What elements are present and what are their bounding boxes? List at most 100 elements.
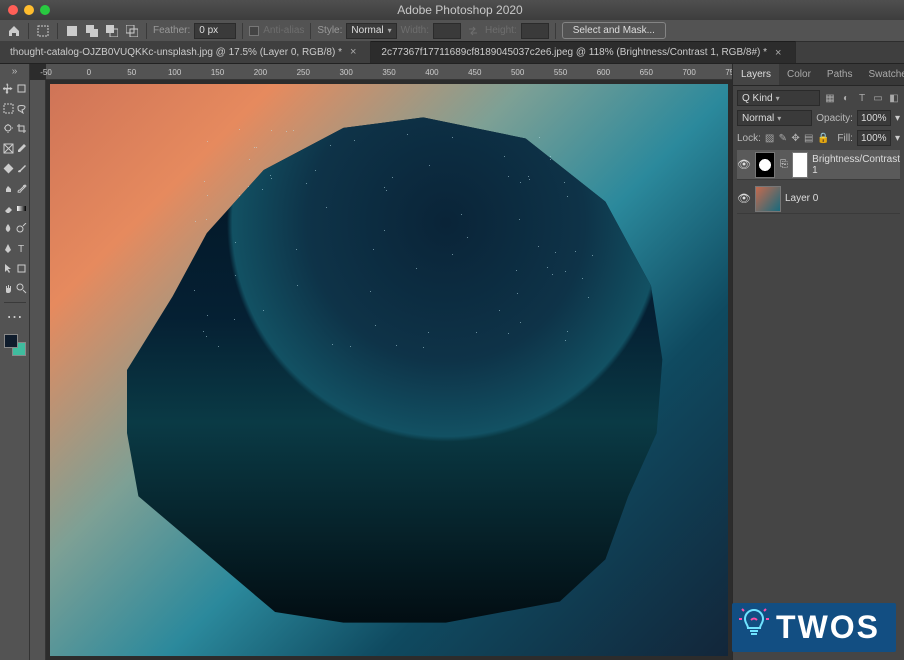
watermark-text: TWOS [776,609,880,645]
fill-label: Fill: [837,133,853,144]
lock-nest-icon[interactable]: ▤ [804,132,813,144]
selection-add-icon[interactable] [84,23,100,39]
lock-paint-icon[interactable]: ✎ [778,132,787,144]
height-label: Height: [485,25,517,36]
window-close-button[interactable] [8,5,18,15]
gradient-tool-icon[interactable] [15,199,28,217]
filter-image-icon[interactable]: ▦ [824,92,836,104]
history-brush-tool-icon[interactable] [15,179,28,197]
lock-position-icon[interactable]: ✥ [791,132,800,144]
filter-smart-icon[interactable]: ◧ [888,92,900,104]
layer-name[interactable]: Layer 0 [785,193,818,204]
layer-thumbnail[interactable] [755,186,781,212]
zoom-tool-icon[interactable] [15,279,28,297]
feather-input[interactable] [194,23,236,39]
blend-mode-dropdown[interactable]: Normal▾ [737,110,812,126]
shape-tool-icon[interactable] [15,259,28,277]
selection-intersect-icon[interactable] [124,23,140,39]
chevron-down-icon: ▾ [777,114,781,123]
move-tool-icon[interactable] [2,79,15,97]
ruler-vertical [30,80,46,660]
layers-panel: Q Kind▾ ▦ ◐ T ▭ ◧ Normal▾ Opacity: ▾ Loc… [733,86,904,660]
color-swatches[interactable] [4,334,26,356]
window-minimize-button[interactable] [24,5,34,15]
layer-filter-kind-dropdown[interactable]: Q Kind▾ [737,90,820,106]
close-icon[interactable]: × [775,47,781,59]
filter-adjust-icon[interactable]: ◐ [840,92,852,104]
selection-subtract-icon[interactable] [104,23,120,39]
chevron-down-icon: ▾ [776,94,780,103]
marquee-tool-icon[interactable] [2,99,15,117]
layer-mask-thumbnail[interactable] [792,152,808,178]
document-tabs: thought-catalog-OJZB0VUQKKc-unsplash.jpg… [0,42,904,64]
chevron-down-icon: ▾ [388,26,392,35]
panel-tabs: Layers Color Paths Swatches [733,64,904,86]
opacity-input[interactable] [857,110,891,126]
selection-new-icon[interactable] [64,23,80,39]
panel-tab-paths[interactable]: Paths [819,64,861,85]
blur-tool-icon[interactable] [2,219,15,237]
window-titlebar: Adobe Photoshop 2020 [0,0,904,20]
tools-panel: » [0,64,30,660]
lock-label: Lock: [737,133,761,144]
home-icon[interactable] [6,23,22,39]
brush-tool-icon[interactable] [15,159,28,177]
panel-tab-swatches[interactable]: Swatches [861,64,904,85]
layer-item[interactable]: 👁 Layer 0 [737,184,900,214]
frame-tool-icon[interactable] [2,139,15,157]
lasso-tool-icon[interactable] [15,99,28,117]
visibility-icon[interactable]: 👁 [737,158,751,171]
lightbulb-icon [738,607,770,639]
style-label: Style: [317,25,342,36]
type-tool-icon[interactable]: T [15,239,28,257]
width-label: Width: [401,25,429,36]
select-and-mask-button[interactable]: Select and Mask... [562,22,666,39]
lock-transparent-icon[interactable]: ▨ [765,132,774,144]
lock-all-icon[interactable]: 🔒 [817,132,829,144]
canvas[interactable] [46,80,732,660]
artboard-tool-icon[interactable] [15,79,28,97]
expand-handle-icon[interactable]: » [6,66,24,77]
eyedropper-tool-icon[interactable] [15,139,28,157]
window-zoom-button[interactable] [40,5,50,15]
app-title: Adobe Photoshop 2020 [8,3,904,17]
foreground-color-swatch[interactable] [4,334,18,348]
watermark-badge: TWOS [732,603,896,652]
panel-tab-layers[interactable]: Layers [733,64,779,85]
filter-type-icon[interactable]: T [856,92,868,104]
path-select-tool-icon[interactable] [2,259,15,277]
crop-tool-icon[interactable] [15,119,28,137]
layer-thumbnail[interactable] [755,152,775,178]
pen-tool-icon[interactable] [2,239,15,257]
heal-tool-icon[interactable] [2,159,15,177]
document-tab-label: 2c77367f17711689cf8189045037c2e6.jpeg @ … [381,47,767,58]
fill-input[interactable] [857,130,891,146]
ruler-horizontal: -500501001502002503003504004505005506006… [46,64,732,80]
edit-toolbar-icon[interactable]: ⋯ [2,308,28,326]
document-tab-label: thought-catalog-OJZB0VUQKKc-unsplash.jpg… [10,47,342,58]
panels-column: Layers Color Paths Swatches Q Kind▾ ▦ ◐ … [732,64,904,660]
chevron-down-icon[interactable]: ▾ [895,133,900,144]
dodge-tool-icon[interactable] [15,219,28,237]
eraser-tool-icon[interactable] [2,199,15,217]
hand-tool-icon[interactable] [2,279,15,297]
options-bar: Feather: Anti-alias Style: Normal▾ Width… [0,20,904,42]
chevron-down-icon[interactable]: ▾ [895,113,900,124]
height-input [521,23,549,39]
filter-shape-icon[interactable]: ▭ [872,92,884,104]
document-tab[interactable]: thought-catalog-OJZB0VUQKKc-unsplash.jpg… [0,41,371,63]
quick-select-tool-icon[interactable] [2,119,15,137]
clone-tool-icon[interactable] [2,179,15,197]
panel-tab-color[interactable]: Color [779,64,819,85]
canvas-area: -500501001502002503003504004505005506006… [30,64,732,660]
document-tab[interactable]: 2c77367f17711689cf8189045037c2e6.jpeg @ … [371,41,796,63]
close-icon[interactable]: × [350,46,356,58]
marquee-tool-icon[interactable] [35,23,51,39]
antialias-checkbox [249,26,259,36]
style-dropdown[interactable]: Normal▾ [346,23,396,39]
swap-dim-icon [465,23,481,39]
visibility-icon[interactable]: 👁 [737,192,751,205]
layer-item[interactable]: 👁 ⎘ Brightness/Contrast 1 [737,150,900,180]
svg-text:T: T [18,244,24,254]
layer-name[interactable]: Brightness/Contrast 1 [812,154,900,176]
